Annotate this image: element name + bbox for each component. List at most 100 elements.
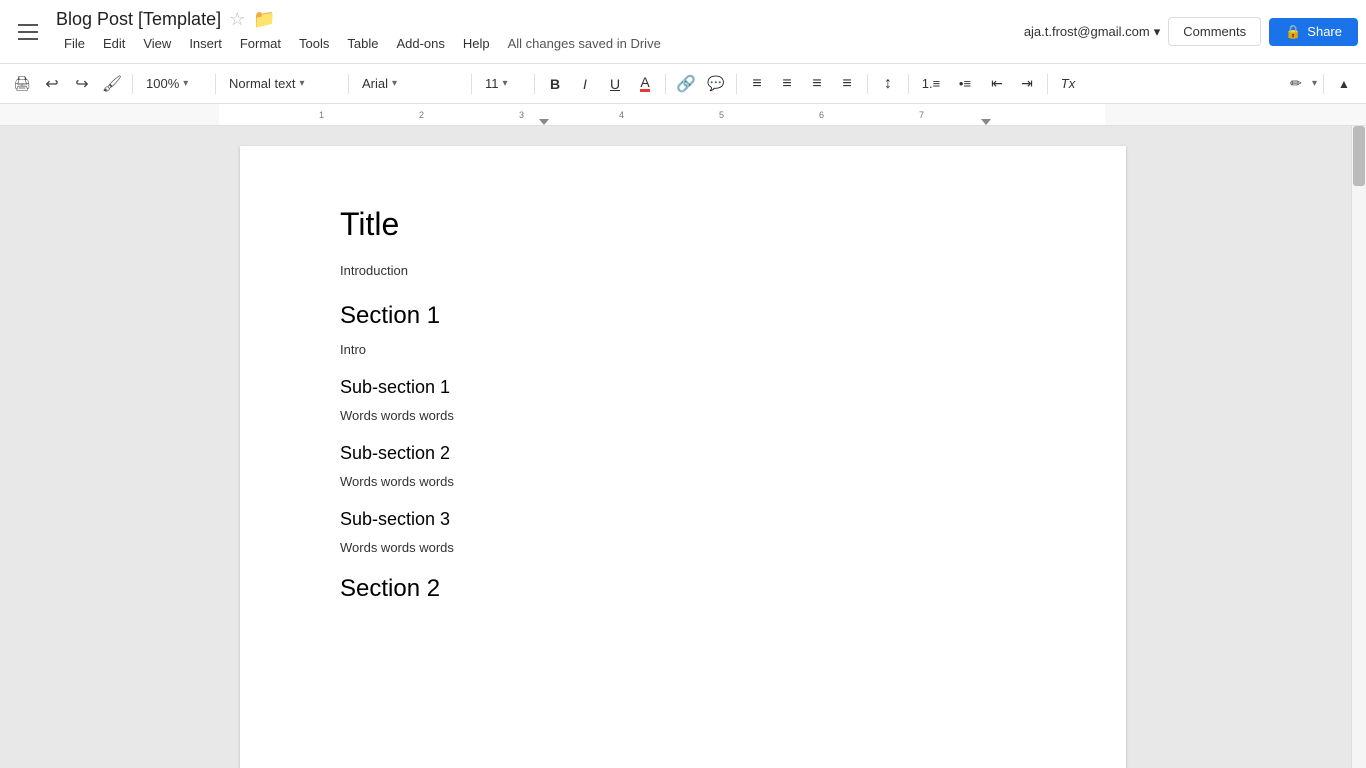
doc-title-area: Blog Post [Template] ☆ 📁 File Edit View … xyxy=(56,9,1024,55)
align-right-button[interactable]: ≡ xyxy=(803,70,831,98)
subsection1-body[interactable]: Words words words xyxy=(340,408,1046,423)
align-center-button[interactable]: ≡ xyxy=(773,70,801,98)
undo-button[interactable]: ↩ xyxy=(38,70,66,98)
ruler: 1 2 3 4 5 6 7 xyxy=(0,104,1366,126)
italic-button[interactable]: I xyxy=(571,70,599,98)
main-area: Title Introduction Section 1 Intro Sub-s… xyxy=(0,126,1366,768)
section2-heading[interactable]: Section 2 xyxy=(340,575,1046,603)
share-lock-icon: 🔒 xyxy=(1285,24,1301,40)
style-value: Normal text xyxy=(229,76,295,91)
ruler-tick-1: 1 xyxy=(319,110,324,120)
font-size-value: 11 xyxy=(485,76,499,91)
separator xyxy=(908,74,909,94)
font-value: Arial xyxy=(362,76,388,91)
document-area[interactable]: Title Introduction Section 1 Intro Sub-s… xyxy=(0,126,1366,768)
document-introduction[interactable]: Introduction xyxy=(340,263,1046,278)
separator xyxy=(348,74,349,94)
separator xyxy=(665,74,666,94)
separator xyxy=(867,74,868,94)
subsection3-body[interactable]: Words words words xyxy=(340,540,1046,555)
menu-file[interactable]: File xyxy=(56,32,93,55)
doc-title[interactable]: Blog Post [Template] xyxy=(56,9,221,30)
link-button[interactable]: 🔗 xyxy=(672,70,700,98)
ruler-white-area: 1 2 3 4 5 6 7 xyxy=(219,104,1105,125)
menu-tools[interactable]: Tools xyxy=(291,32,337,55)
ruler-tick-3: 3 xyxy=(519,110,524,120)
bullet-list-button[interactable]: •≡ xyxy=(949,70,981,98)
scrollbar[interactable] xyxy=(1351,126,1366,768)
separator xyxy=(736,74,737,94)
ruler-tab-right[interactable] xyxy=(981,119,991,125)
share-label: Share xyxy=(1307,24,1342,39)
auto-save-status: All changes saved in Drive xyxy=(508,36,661,51)
subsection3-heading[interactable]: Sub-section 3 xyxy=(340,509,1046,530)
comments-button[interactable]: Comments xyxy=(1168,17,1261,46)
ruler-tick-2: 2 xyxy=(419,110,424,120)
subsection2-body[interactable]: Words words words xyxy=(340,474,1046,489)
ruler-tick-7: 7 xyxy=(919,110,924,120)
hamburger-icon xyxy=(18,31,38,33)
top-bar: Blog Post [Template] ☆ 📁 File Edit View … xyxy=(0,0,1366,64)
print-button[interactable]: 🖨 xyxy=(8,70,36,98)
font-dropdown[interactable]: Arial ▾ xyxy=(355,70,465,98)
menu-addons[interactable]: Add-ons xyxy=(388,32,452,55)
share-button[interactable]: 🔒 Share xyxy=(1269,18,1358,46)
scrollbar-thumb[interactable] xyxy=(1353,126,1365,186)
bold-button[interactable]: B xyxy=(541,70,569,98)
menu-help[interactable]: Help xyxy=(455,32,498,55)
underline-button[interactable]: U xyxy=(601,70,629,98)
collapse-toolbar-button[interactable]: ▲ xyxy=(1330,70,1358,98)
menu-format[interactable]: Format xyxy=(232,32,289,55)
pen-button[interactable]: ✏ xyxy=(1282,70,1310,98)
star-icon[interactable]: ☆ xyxy=(229,9,245,30)
style-arrow-icon: ▾ xyxy=(299,78,304,89)
hamburger-icon xyxy=(18,38,38,40)
separator xyxy=(1323,74,1324,94)
comment-button[interactable]: 💬 xyxy=(702,70,730,98)
pen-arrow-icon[interactable]: ▾ xyxy=(1312,78,1317,89)
align-justify-button[interactable]: ≡ xyxy=(833,70,861,98)
ruler-tick-5: 5 xyxy=(719,110,724,120)
subsection2-heading[interactable]: Sub-section 2 xyxy=(340,443,1046,464)
separator xyxy=(534,74,535,94)
clear-format-button[interactable]: Tx xyxy=(1054,70,1082,98)
zoom-arrow-icon: ▾ xyxy=(183,78,188,89)
top-right-actions: aja.t.frost@gmail.com ▾ Comments 🔒 Share xyxy=(1024,17,1358,46)
separator xyxy=(471,74,472,94)
app-menu-button[interactable] xyxy=(8,12,48,52)
hamburger-icon xyxy=(18,24,38,26)
font-color-button[interactable]: A xyxy=(631,70,659,98)
decrease-indent-button[interactable]: ⇤ xyxy=(983,70,1011,98)
menu-table[interactable]: Table xyxy=(339,32,386,55)
line-spacing-button[interactable]: ↕ xyxy=(874,70,902,98)
text-style-dropdown[interactable]: Normal text ▾ xyxy=(222,70,342,98)
zoom-dropdown[interactable]: 100% ▾ xyxy=(139,70,209,98)
menu-view[interactable]: View xyxy=(135,32,179,55)
redo-button[interactable]: ↪ xyxy=(68,70,96,98)
user-account[interactable]: aja.t.frost@gmail.com ▾ xyxy=(1024,24,1160,40)
paint-format-button[interactable]: 🖌 xyxy=(98,70,126,98)
separator xyxy=(1047,74,1048,94)
user-arrow-icon: ▾ xyxy=(1154,24,1161,40)
menu-insert[interactable]: Insert xyxy=(181,32,230,55)
menu-bar: File Edit View Insert Format Tools Table… xyxy=(56,32,1024,55)
ruler-tick-6: 6 xyxy=(819,110,824,120)
subsection1-heading[interactable]: Sub-section 1 xyxy=(340,377,1046,398)
document-title[interactable]: Title xyxy=(340,206,1046,243)
ruler-tab-left[interactable] xyxy=(539,119,549,125)
section1-heading[interactable]: Section 1 xyxy=(340,302,1046,330)
ruler-tick-4: 4 xyxy=(619,110,624,120)
user-email: aja.t.frost@gmail.com xyxy=(1024,24,1150,39)
separator xyxy=(215,74,216,94)
font-size-arrow-icon: ▾ xyxy=(503,78,508,89)
document-page[interactable]: Title Introduction Section 1 Intro Sub-s… xyxy=(240,146,1126,768)
increase-indent-button[interactable]: ⇥ xyxy=(1013,70,1041,98)
numbered-list-button[interactable]: 1.≡ xyxy=(915,70,947,98)
section1-intro[interactable]: Intro xyxy=(340,342,1046,357)
font-color-label: A xyxy=(640,75,649,92)
menu-edit[interactable]: Edit xyxy=(95,32,133,55)
font-size-dropdown[interactable]: 11 ▾ xyxy=(478,70,528,98)
align-left-button[interactable]: ≡ xyxy=(743,70,771,98)
folder-icon[interactable]: 📁 xyxy=(253,9,275,30)
toolbar: 🖨 ↩ ↪ 🖌 100% ▾ Normal text ▾ Arial ▾ 11 … xyxy=(0,64,1366,104)
